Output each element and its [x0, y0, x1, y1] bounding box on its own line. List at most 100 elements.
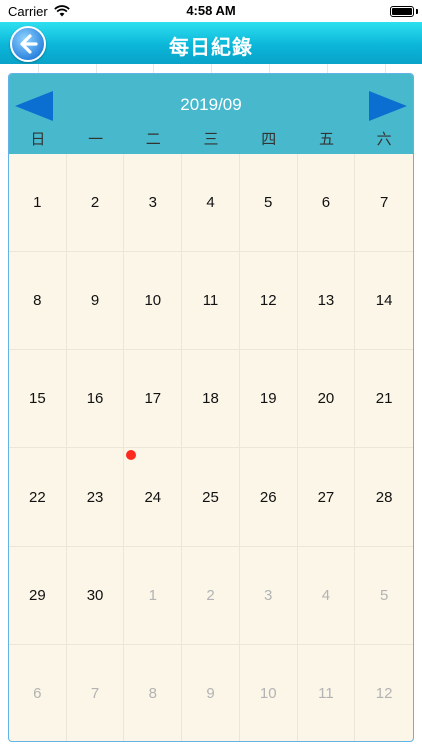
- calendar: 2019/09 日一二三四五六 1 2 3 4 5 6 7 8 9 10 11 12 13 14 15 16 1…: [8, 73, 414, 742]
- day-number: 7: [90, 684, 100, 702]
- day-cell[interactable]: 26: [239, 448, 298, 547]
- day-number: 29: [29, 586, 46, 604]
- day-number: 28: [375, 488, 393, 506]
- day-number: 27: [317, 488, 335, 506]
- day-cell-other-month[interactable]: 3: [239, 546, 298, 645]
- day-number: 13: [317, 292, 335, 310]
- day-number: 19: [259, 390, 277, 408]
- weekday-label: 五: [318, 131, 334, 148]
- day-cell[interactable]: 11: [182, 252, 240, 351]
- day-number: 3: [264, 586, 273, 604]
- day-number: 12: [259, 292, 277, 310]
- day-cell-other-month[interactable]: 7: [67, 644, 125, 741]
- day-cell[interactable]: 30: [66, 546, 125, 645]
- day-number: 1: [148, 586, 157, 604]
- weekday-row: 日一二三四五六: [9, 128, 413, 152]
- day-cell-other-month[interactable]: 10: [240, 644, 298, 741]
- weekday-label: 二: [145, 131, 161, 148]
- day-number: 20: [317, 390, 335, 408]
- day-number: 6: [321, 194, 331, 212]
- day-number: 7: [379, 194, 389, 212]
- day-cell[interactable]: 8: [9, 252, 67, 351]
- day-cell[interactable]: 14: [355, 252, 413, 351]
- battery-icon: [390, 6, 414, 17]
- day-cell[interactable]: 25: [182, 448, 240, 547]
- battery-tip: [416, 9, 418, 14]
- next-month-arrow-icon[interactable]: [369, 91, 409, 121]
- weekday-label: 一: [88, 131, 104, 148]
- calendar-header: 2019/09 日 一 二 三 四 五 六: [9, 74, 413, 154]
- record-marker-dot: [126, 450, 137, 461]
- day-cell[interactable]: 23: [66, 448, 125, 547]
- day-cell[interactable]: 21: [355, 350, 413, 449]
- day-cell[interactable]: 7: [355, 154, 413, 253]
- day-cell[interactable]: 22: [9, 448, 67, 547]
- day-cell[interactable]: 17: [124, 350, 183, 449]
- day-cell[interactable]: 13: [297, 252, 356, 351]
- day-cell[interactable]: 4: [182, 154, 240, 253]
- day-cell[interactable]: 2: [66, 154, 125, 253]
- month-label: 2019/09: [180, 95, 242, 114]
- day-number: 8: [33, 292, 42, 310]
- weekday-label: 日: [30, 131, 46, 148]
- day-cell-other-month[interactable]: 1: [124, 546, 183, 645]
- day-number: 11: [318, 684, 334, 702]
- day-number: 14: [375, 292, 393, 310]
- day-cell[interactable]: 12: [239, 252, 298, 351]
- day-number: 9: [206, 684, 215, 702]
- day-cell-other-month[interactable]: 5: [355, 547, 413, 645]
- nav-bar: 每日紀錄: [0, 22, 422, 64]
- day-cell[interactable]: 24: [124, 448, 183, 547]
- day-number: 5: [379, 586, 389, 604]
- day-number: 10: [259, 684, 277, 702]
- day-number: 16: [86, 390, 104, 408]
- weekday-label: 四: [261, 131, 277, 148]
- day-cell-other-month[interactable]: 2: [182, 546, 240, 645]
- day-cell-other-month[interactable]: 9: [182, 644, 240, 741]
- status-time: 4:58 AM: [186, 3, 236, 18]
- day-cell[interactable]: 28: [355, 448, 413, 547]
- day-number: 23: [86, 488, 104, 506]
- day-number: 5: [264, 194, 273, 212]
- day-number: 3: [148, 194, 157, 212]
- day-number: 11: [202, 292, 219, 310]
- day-cell[interactable]: 3: [124, 154, 183, 253]
- day-number: 30: [86, 586, 104, 604]
- page-title: 每日紀錄: [169, 37, 253, 59]
- day-number: 2: [206, 586, 215, 604]
- day-number: 22: [29, 488, 46, 506]
- day-number: 24: [144, 488, 162, 506]
- day-cell-other-month[interactable]: 4: [297, 546, 356, 645]
- day-number: 25: [202, 488, 219, 506]
- weekday-label: 六: [376, 131, 392, 148]
- day-cell-other-month[interactable]: 6: [9, 644, 67, 741]
- status-bar: Carrier 4:58 AM: [0, 0, 422, 22]
- day-cell[interactable]: 15: [9, 350, 67, 449]
- day-number: 15: [29, 390, 46, 408]
- day-cell[interactable]: 1: [9, 154, 67, 253]
- day-cell[interactable]: 20: [297, 350, 356, 449]
- day-cell[interactable]: 6: [297, 154, 356, 253]
- day-cell[interactable]: 18: [182, 350, 240, 449]
- day-number: 17: [144, 390, 162, 408]
- day-number: 9: [90, 292, 100, 310]
- day-cell[interactable]: 19: [239, 350, 298, 449]
- day-cell[interactable]: 16: [66, 350, 125, 449]
- day-number: 18: [202, 390, 219, 408]
- day-number: 8: [148, 684, 157, 702]
- day-grid: 1 2 3 4 5 6 7 8 9 10 11 12 13 14 15 16 17 18 19 20 21 22 23 24 2…: [9, 154, 413, 741]
- day-cell[interactable]: 29: [9, 546, 67, 645]
- day-number: 21: [375, 390, 393, 408]
- day-cell[interactable]: 27: [297, 448, 356, 547]
- day-number: 4: [321, 586, 331, 604]
- weekday-label: 三: [203, 131, 219, 148]
- day-cell[interactable]: 5: [239, 154, 298, 253]
- day-number: 10: [144, 292, 162, 310]
- day-number: 6: [33, 684, 42, 702]
- day-cell-other-month[interactable]: 11: [298, 644, 356, 741]
- day-cell-other-month[interactable]: 12: [355, 645, 413, 741]
- day-cell[interactable]: 9: [66, 252, 125, 351]
- day-cell[interactable]: 10: [124, 252, 183, 351]
- day-cell-other-month[interactable]: 8: [124, 644, 183, 741]
- day-number: 4: [206, 194, 215, 212]
